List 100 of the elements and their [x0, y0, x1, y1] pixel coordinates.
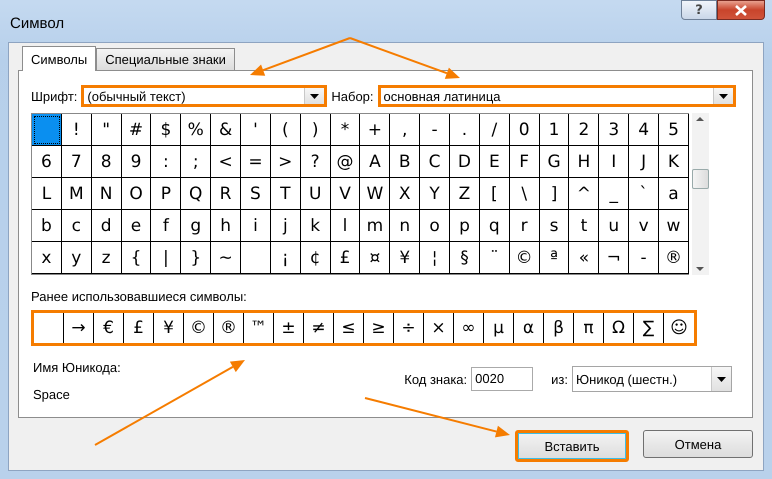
symbol-cell[interactable]: X	[390, 178, 420, 210]
symbol-cell[interactable]: }	[181, 242, 212, 274]
char-code-field[interactable]: 0020	[471, 367, 534, 391]
symbol-cell[interactable]: i	[241, 210, 271, 242]
recent-symbol-cell[interactable]: →	[64, 313, 94, 343]
symbol-cell[interactable]: =	[241, 146, 271, 178]
subset-dropdown[interactable]: основная латиница	[378, 85, 736, 107]
symbol-cell[interactable]: \	[510, 178, 540, 210]
symbol-cell[interactable]: D	[450, 146, 480, 178]
symbol-cell[interactable]: §	[450, 242, 480, 274]
symbol-cell[interactable]: ¬	[599, 242, 630, 274]
symbol-cell[interactable]: _	[599, 178, 630, 210]
symbol-cell[interactable]: 2	[569, 114, 600, 146]
recent-symbol-cell[interactable]: ∑	[634, 313, 664, 343]
symbol-cell[interactable]: m	[360, 210, 390, 242]
symbol-cell[interactable]: "	[92, 114, 122, 146]
symbol-cell[interactable]: x	[32, 242, 62, 274]
symbol-cell[interactable]: W	[360, 178, 390, 210]
recent-symbol-cell[interactable]: µ	[484, 313, 514, 343]
symbol-cell[interactable]: ª	[540, 242, 570, 274]
symbol-cell[interactable]: :	[151, 146, 182, 178]
tab[interactable]: Специальные знаки	[96, 48, 235, 70]
dialog-button[interactable]: Вставить	[515, 430, 629, 462]
symbol-cell[interactable]: J	[629, 146, 660, 178]
symbol-cell[interactable]: ^	[569, 178, 600, 210]
symbol-cell[interactable]: h	[211, 210, 242, 242]
symbol-cell[interactable]: 0	[510, 114, 540, 146]
symbol-cell[interactable]: ¥	[390, 242, 420, 274]
symbol-cell[interactable]: Q	[181, 178, 212, 210]
recent-symbol-cell[interactable]: ®	[214, 313, 244, 343]
symbol-cell[interactable]: C	[420, 146, 450, 178]
symbol-cell[interactable]: A	[360, 146, 390, 178]
symbol-cell[interactable]: ®	[659, 242, 689, 274]
symbol-cell[interactable]: (	[270, 114, 301, 146]
symbol-cell[interactable]: >	[270, 146, 301, 178]
symbol-cell[interactable]: «	[569, 242, 600, 274]
recent-symbol-cell[interactable]: ∞	[454, 313, 484, 343]
symbol-cell[interactable]: r	[510, 210, 540, 242]
symbol-cell[interactable]: y	[62, 242, 92, 274]
symbol-cell[interactable]: S	[241, 178, 271, 210]
recent-symbol-cell[interactable]: ×	[424, 313, 454, 343]
symbol-cell[interactable]: H	[569, 146, 600, 178]
symbol-cell[interactable]: '	[241, 114, 271, 146]
symbol-cell[interactable]: ~	[211, 242, 242, 274]
symbol-cell[interactable]: O	[122, 178, 152, 210]
recent-symbol-cell[interactable]: ≥	[364, 313, 394, 343]
symbol-cell[interactable]: ¦	[420, 242, 450, 274]
symbol-cell[interactable]: U	[300, 178, 331, 210]
dialog-button[interactable]: Отмена	[643, 430, 753, 458]
symbol-cell[interactable]: !	[62, 114, 92, 146]
symbol-cell[interactable]: ¨	[480, 242, 510, 274]
symbol-cell[interactable]: /	[480, 114, 510, 146]
symbol-cell[interactable]	[32, 114, 62, 146]
symbol-cell[interactable]: o	[420, 210, 450, 242]
symbol-cell[interactable]: ]	[540, 178, 570, 210]
symbol-cell[interactable]: #	[122, 114, 152, 146]
symbol-cell[interactable]: ,	[390, 114, 420, 146]
symbol-cell[interactable]: £	[330, 242, 360, 274]
symbol-cell[interactable]: Z	[450, 178, 480, 210]
symbol-cell[interactable]: f	[151, 210, 182, 242]
recent-symbol-cell[interactable]: ÷	[394, 313, 424, 343]
symbol-cell[interactable]: @	[330, 146, 360, 178]
symbol-cell[interactable]: .	[450, 114, 480, 146]
symbol-cell[interactable]: T	[270, 178, 301, 210]
symbol-cell[interactable]	[241, 242, 271, 274]
symbol-cell[interactable]: +	[360, 114, 390, 146]
symbol-cell[interactable]: `	[629, 178, 660, 210]
symbol-cell[interactable]: |	[151, 242, 182, 274]
symbol-cell[interactable]: n	[390, 210, 420, 242]
symbol-cell[interactable]: p	[450, 210, 480, 242]
symbol-cell[interactable]: c	[62, 210, 92, 242]
recent-symbol-cell[interactable]: ¥	[154, 313, 184, 343]
symbol-cell[interactable]: b	[32, 210, 62, 242]
symbol-cell[interactable]: E	[480, 146, 510, 178]
symbol-cell[interactable]: ¤	[360, 242, 390, 274]
symbol-cell[interactable]: ¢	[300, 242, 331, 274]
symbol-cell[interactable]: 1	[540, 114, 570, 146]
symbol-cell[interactable]: 6	[32, 146, 62, 178]
symbol-cell[interactable]: Y	[420, 178, 450, 210]
symbol-cell[interactable]: V	[330, 178, 360, 210]
symbol-cell[interactable]: R	[211, 178, 242, 210]
symbol-cell[interactable]: d	[92, 210, 122, 242]
symbol-cell[interactable]: %	[181, 114, 212, 146]
symbol-cell[interactable]: z	[92, 242, 122, 274]
symbol-cell[interactable]: M	[62, 178, 92, 210]
symbol-cell[interactable]: 3	[599, 114, 630, 146]
symbol-cell[interactable]: &	[211, 114, 242, 146]
recent-symbol-cell[interactable]: Ω	[604, 313, 634, 343]
symbol-cell[interactable]: B	[390, 146, 420, 178]
symbol-cell[interactable]: I	[599, 146, 630, 178]
recent-symbol-cell[interactable]: π	[574, 313, 604, 343]
symbol-cell[interactable]: K	[659, 146, 689, 178]
symbol-cell[interactable]: a	[659, 178, 689, 210]
from-dropdown[interactable]: Юникод (шестн.)	[572, 366, 732, 392]
symbol-cell[interactable]: -	[629, 242, 660, 274]
recent-symbol-cell[interactable]: ≤	[334, 313, 364, 343]
symbol-cell[interactable]: v	[629, 210, 660, 242]
symbol-cell[interactable]: F	[510, 146, 540, 178]
symbol-cell[interactable]: 9	[122, 146, 152, 178]
symbol-cell[interactable]: 7	[62, 146, 92, 178]
